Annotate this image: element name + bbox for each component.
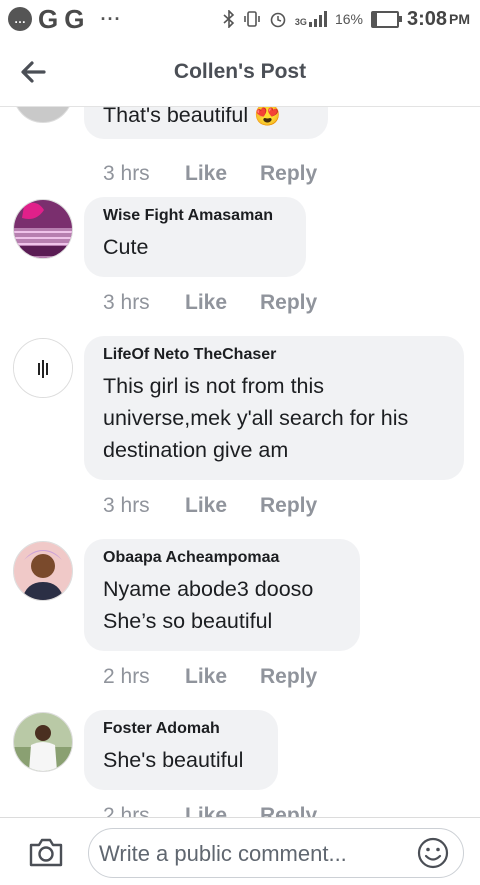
- comment-author[interactable]: Foster Adomah: [103, 720, 259, 738]
- comment-text: This girl is not from this universe,mek …: [103, 374, 409, 462]
- more-notifications-icon: ···: [100, 8, 122, 29]
- avatar[interactable]: [13, 712, 73, 772]
- comment-text: Nyame abode3 dooso She’s so beautiful: [103, 577, 314, 633]
- vibrate-icon: [244, 11, 260, 27]
- google-icon-2: G: [64, 4, 85, 34]
- bluetooth-icon: [223, 10, 235, 28]
- avatar-image: [14, 200, 72, 258]
- avatar-image: [14, 339, 72, 397]
- comment-text: Cute: [103, 235, 149, 259]
- comment-bubble[interactable]: LifeOf Neto TheChaser This girl is not f…: [84, 336, 464, 480]
- like-button[interactable]: Like: [185, 291, 260, 315]
- comment-text: She's beautiful: [103, 748, 244, 772]
- comment-time: 3 hrs: [103, 162, 150, 185]
- comment-composer: Write a public comment...: [0, 817, 480, 885]
- reply-button[interactable]: Reply: [260, 162, 317, 186]
- comment-bubble[interactable]: Wise Fight Amasaman Cute: [84, 197, 306, 277]
- comment-text: That's beautiful 😍: [103, 107, 281, 127]
- reply-button[interactable]: Reply: [260, 804, 317, 817]
- comment-time: 2 hrs: [103, 665, 150, 688]
- messenger-icon: …: [8, 7, 32, 31]
- battery-icon: [370, 10, 402, 28]
- comment-author[interactable]: Wise Fight Amasaman: [103, 207, 287, 225]
- comment-bubble[interactable]: That's beautiful 😍: [84, 107, 328, 139]
- clock: 3:08: [406, 7, 447, 30]
- comments-list[interactable]: That's beautiful 😍 3 hrs Like Reply Wise…: [0, 107, 480, 817]
- clock-ampm: PM: [449, 11, 470, 27]
- google-icon: G: [38, 4, 59, 34]
- battery-percent: 16%: [334, 11, 363, 27]
- avatar[interactable]: [13, 107, 73, 123]
- reply-button[interactable]: Reply: [260, 494, 317, 518]
- camera-icon[interactable]: [28, 836, 64, 868]
- comment-time: 3 hrs: [103, 291, 150, 314]
- emoji-icon[interactable]: [417, 837, 449, 869]
- page-title: Collen's Post: [173, 60, 307, 83]
- comment-bubble[interactable]: Foster Adomah She's beautiful: [84, 710, 278, 790]
- avatar-image: [14, 542, 72, 600]
- comment-author[interactable]: Obaapa Acheampomaa: [103, 549, 341, 567]
- reply-button[interactable]: Reply: [260, 665, 317, 689]
- network-type: 3G: [294, 17, 307, 27]
- signal-icon: [308, 11, 327, 27]
- back-arrow-icon[interactable]: [18, 56, 50, 88]
- like-button[interactable]: Like: [185, 665, 260, 689]
- avatar-image: [14, 713, 72, 771]
- alarm-icon: [270, 12, 286, 28]
- like-button[interactable]: Like: [185, 162, 260, 186]
- comment-time: 3 hrs: [103, 494, 150, 517]
- comment-author[interactable]: LifeOf Neto TheChaser: [103, 346, 445, 364]
- reply-button[interactable]: Reply: [260, 291, 317, 315]
- status-bar: … G G ··· 3G 16% 3:08 PM: [0, 0, 480, 38]
- comment-bubble[interactable]: Obaapa Acheampomaa Nyame abode3 dooso Sh…: [84, 539, 360, 651]
- comment-input-placeholder: Write a public comment...: [99, 841, 347, 866]
- comment-time: 2 hrs: [103, 804, 150, 817]
- avatar[interactable]: [13, 199, 73, 259]
- comment-input[interactable]: Write a public comment...: [88, 828, 464, 878]
- avatar[interactable]: [13, 338, 73, 398]
- like-button[interactable]: Like: [185, 804, 260, 817]
- like-button[interactable]: Like: [185, 494, 260, 518]
- avatar[interactable]: [13, 541, 73, 601]
- app-header: Collen's Post: [0, 38, 480, 107]
